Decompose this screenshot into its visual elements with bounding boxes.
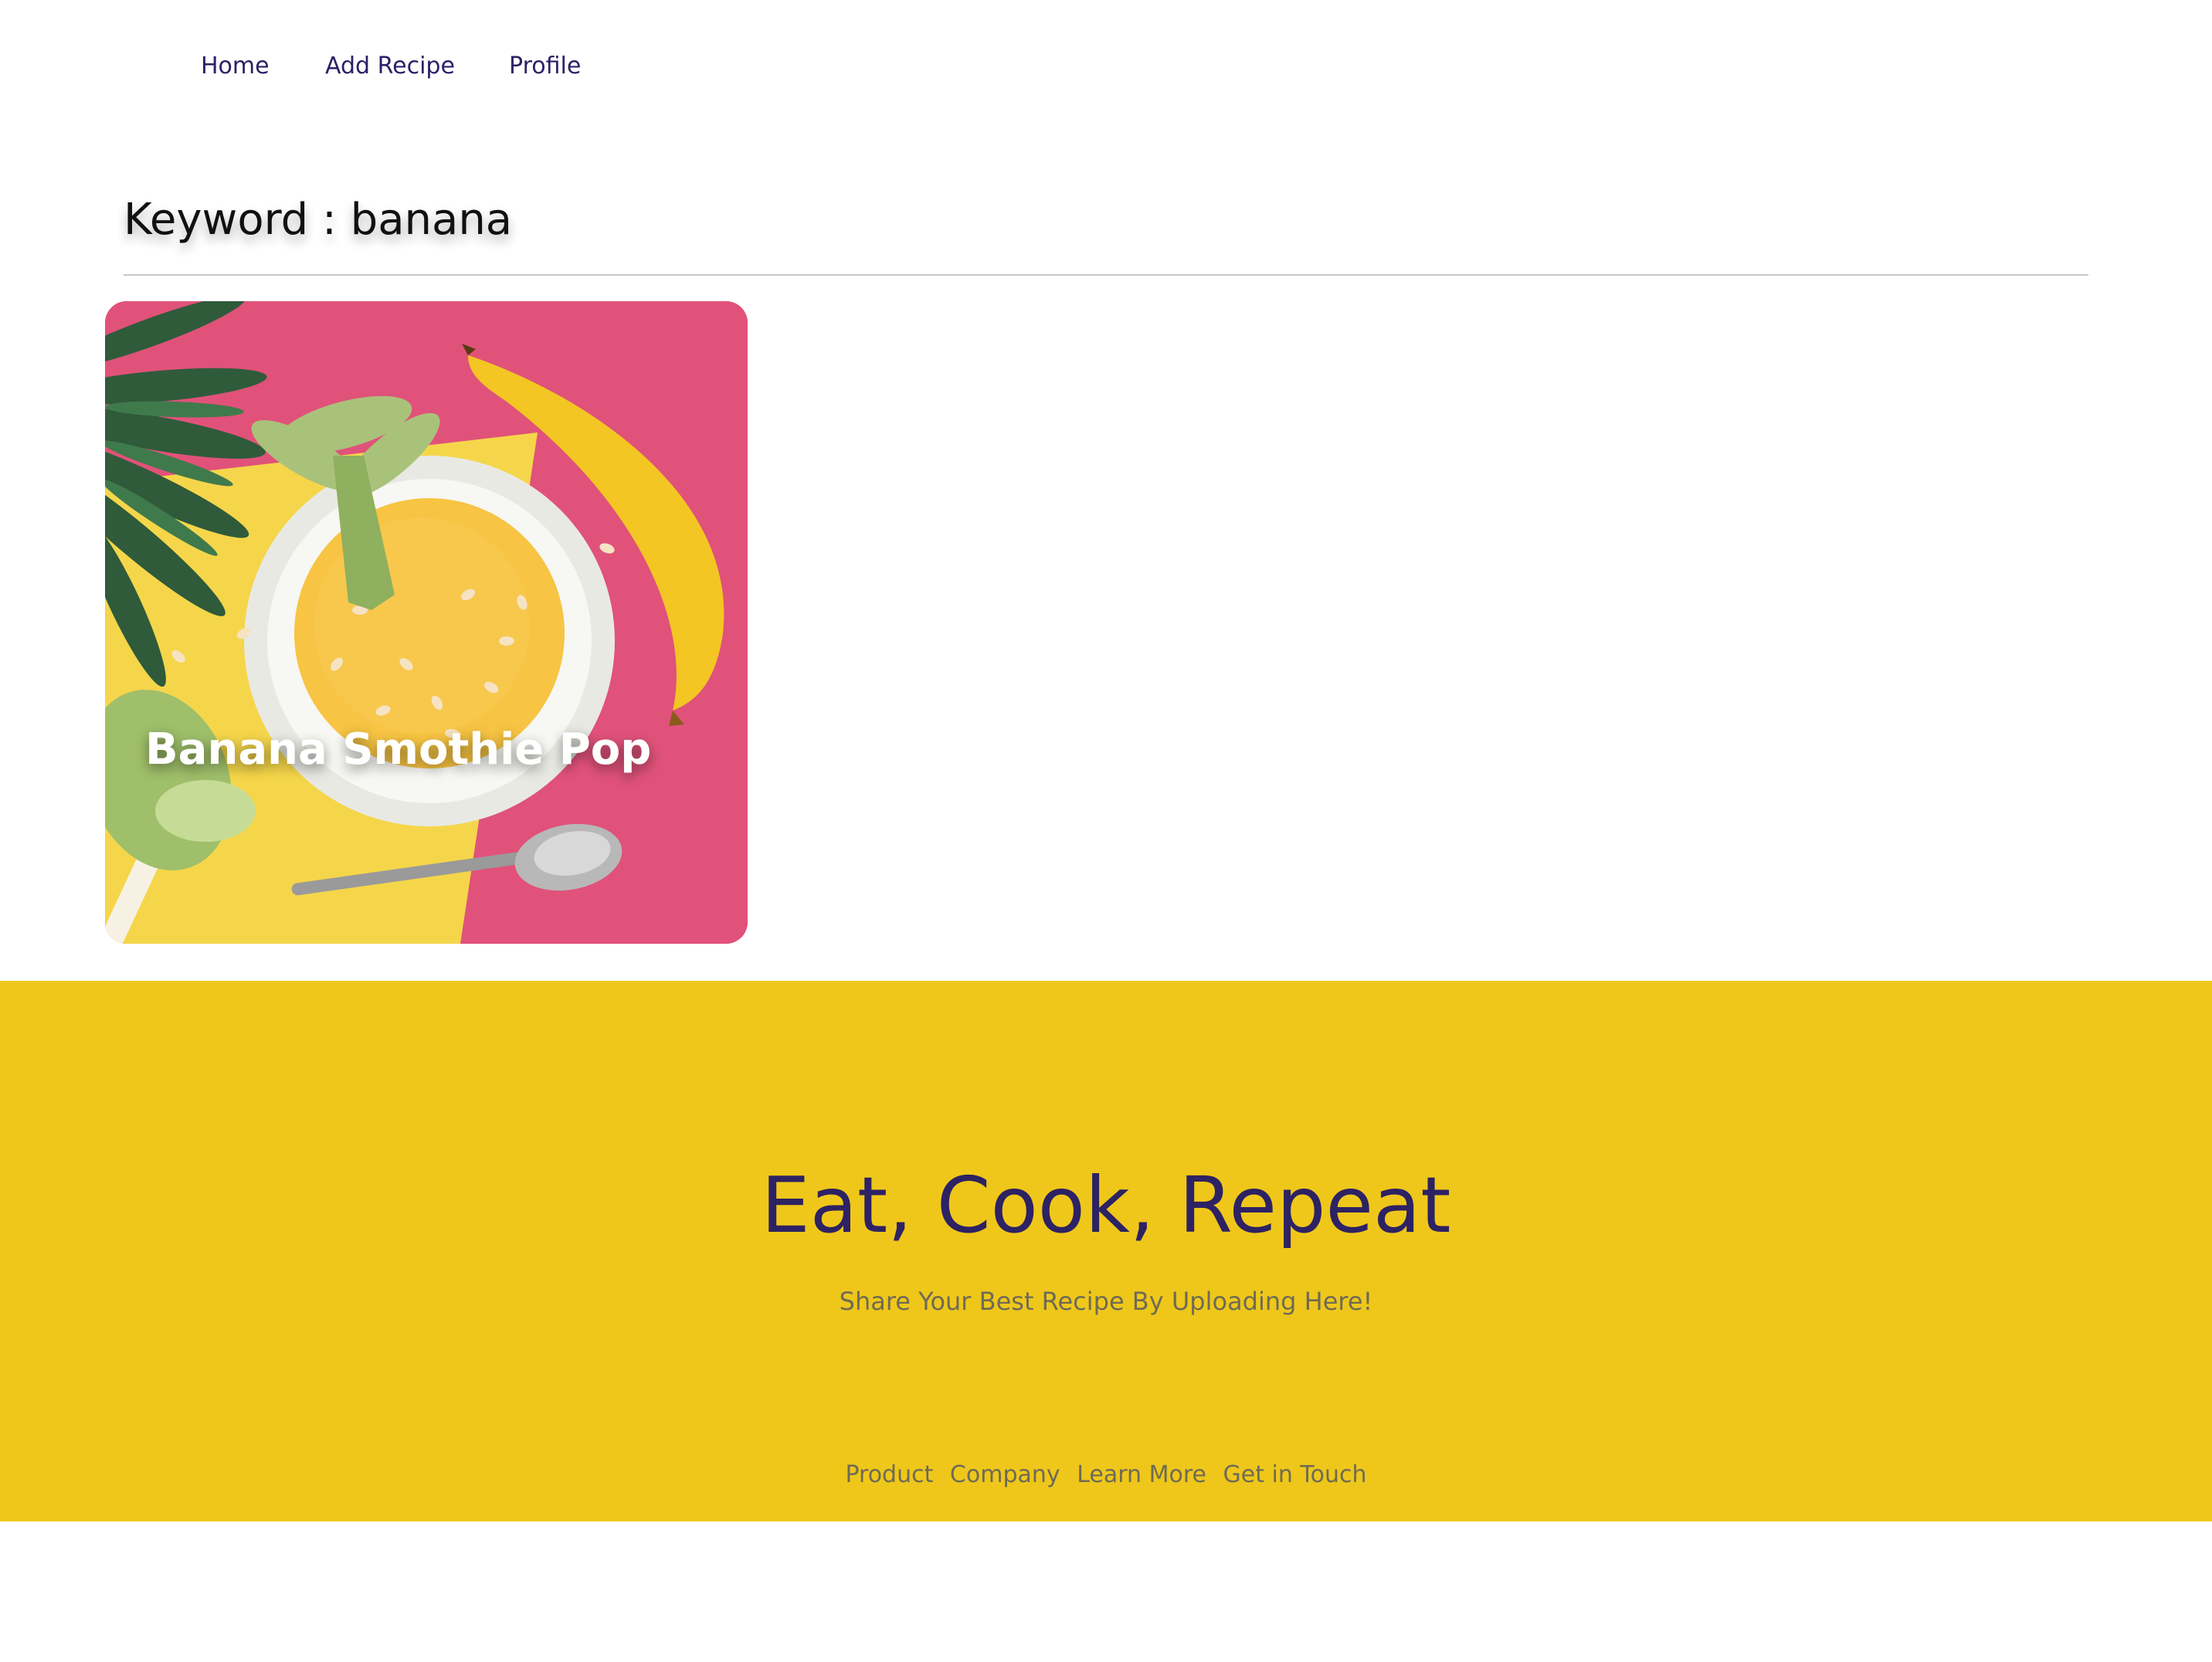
nav-home-link[interactable]: Home xyxy=(201,53,270,80)
footer-title: Eat, Cook, Repeat xyxy=(761,1160,1451,1250)
footer-link-company[interactable]: Company xyxy=(950,1461,1060,1488)
nav-profile-link[interactable]: Profile xyxy=(509,53,581,80)
recipe-card-image xyxy=(105,301,748,944)
recipe-card-title: Banana Smothie Pop xyxy=(145,724,652,775)
heading-divider xyxy=(124,274,2088,276)
footer-subtitle: Share Your Best Recipe By Uploading Here… xyxy=(839,1287,1373,1316)
footer-link-get-in-touch[interactable]: Get in Touch xyxy=(1223,1461,1367,1488)
recipe-card[interactable]: Banana Smothie Pop xyxy=(105,301,748,944)
footer: Eat, Cook, Repeat Share Your Best Recipe… xyxy=(0,981,2212,1521)
footer-link-learn-more[interactable]: Learn More xyxy=(1077,1461,1206,1488)
footer-links: Product Company Learn More Get in Touch xyxy=(0,1461,2212,1488)
footer-link-product[interactable]: Product xyxy=(845,1461,933,1488)
nav-add-recipe-link[interactable]: Add Recipe xyxy=(325,53,455,80)
top-nav: Home Add Recipe Profile xyxy=(0,0,2212,139)
search-keyword-heading: Keyword : banana xyxy=(124,195,513,245)
